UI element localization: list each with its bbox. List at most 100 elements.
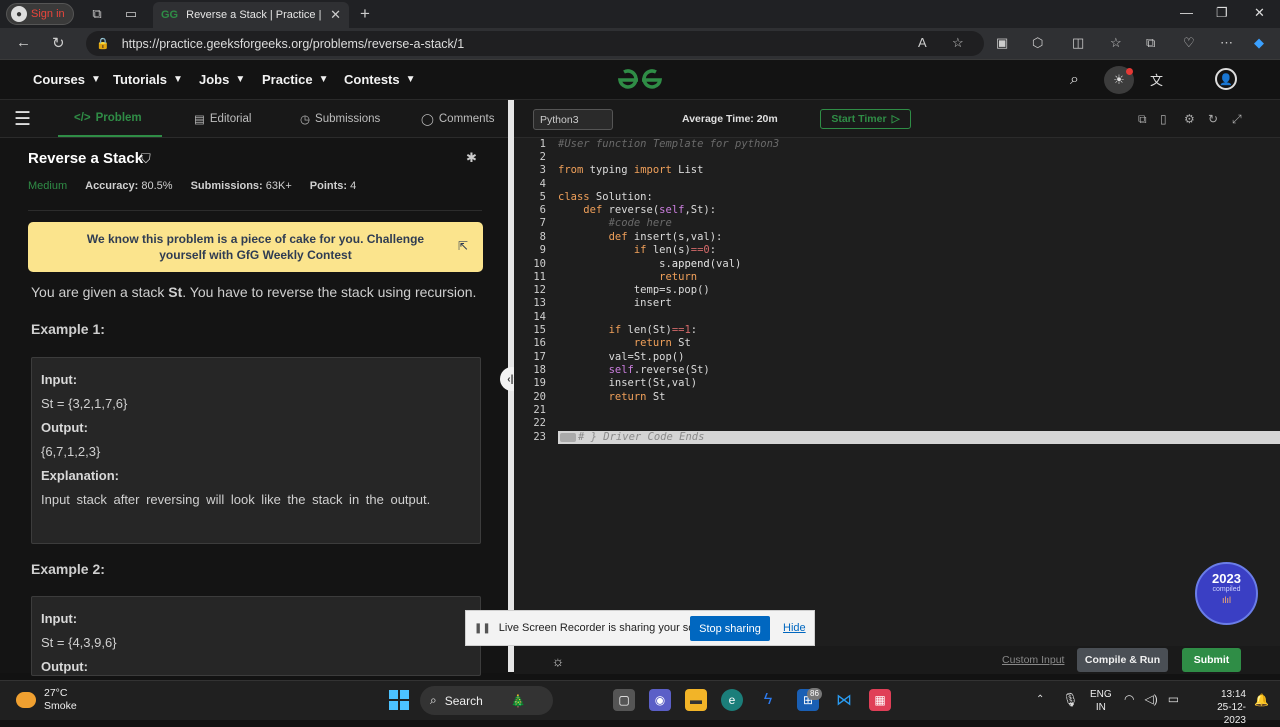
lightbulb-icon[interactable]: ☼ [546, 650, 570, 672]
search-icon: ⌕ [430, 693, 437, 707]
line-number: 14 [533, 311, 546, 323]
file-icon[interactable]: ▯ [1160, 112, 1167, 126]
battery-icon: ▭ [1167, 692, 1180, 706]
browser-tab[interactable]: GG Reverse a Stack | Practice | Geeksfor… [153, 2, 349, 28]
custom-input-link[interactable]: Custom Input [1002, 654, 1064, 666]
tab-comments[interactable]: ◯ Comments [421, 112, 494, 126]
problem-description: You are given a stack St. You have to re… [31, 284, 477, 300]
settings-more-icon[interactable]: ⋯ [1220, 35, 1233, 51]
tab-problem[interactable]: </> Problem [74, 112, 142, 124]
submit-button[interactable]: Submit [1182, 648, 1241, 672]
split-screen-icon[interactable]: ◫ [1072, 35, 1084, 51]
power-automate-icon[interactable]: ϟ [757, 689, 779, 711]
gear-icon[interactable]: ⚙ [1184, 112, 1195, 126]
refresh-icon[interactable]: ↻ [52, 34, 65, 52]
bookmark-icon[interactable]: ⛉ [141, 151, 151, 167]
microphone-icon[interactable]: 🎙 [1062, 692, 1079, 708]
reset-icon[interactable]: ↻ [1208, 112, 1218, 126]
collapsed-driver-code[interactable]: # } Driver Code Ends [558, 431, 1280, 444]
show-hidden-icons-icon[interactable]: ⌃ [1036, 694, 1044, 705]
windows-start-icon[interactable] [389, 690, 409, 710]
tab-editorial[interactable]: ▤ Editorial [194, 112, 251, 126]
screen-recorder-icon[interactable]: ▦ [869, 689, 891, 711]
menu-tutorials[interactable]: Tutorials ▼ [113, 72, 183, 87]
example-input-label: Input: [41, 611, 78, 626]
hide-link[interactable]: Hide [783, 622, 806, 634]
weather-widget[interactable]: 27°C Smoke [16, 687, 77, 713]
url-field[interactable]: 🔒 https://practice.geeksforgeeks.org/pro… [86, 31, 984, 56]
share-message: Live Screen Recorder is sharing your scr… [498, 622, 719, 634]
chevron-down-icon: ▼ [318, 74, 329, 85]
system-tray[interactable]: ◠ ◁) ▭ [1124, 692, 1179, 706]
compile-run-button[interactable]: Compile & Run [1077, 648, 1168, 672]
input-language[interactable]: ENG IN [1090, 688, 1112, 714]
active-tab-underline [58, 135, 162, 137]
translate-icon[interactable]: 文 [1150, 70, 1163, 89]
tab-submissions[interactable]: ◷ Submissions [300, 112, 380, 126]
favorite-star-icon[interactable]: ☆ [952, 35, 964, 51]
menu-jobs[interactable]: Jobs ▼ [199, 72, 245, 87]
file-explorer-icon[interactable]: ▬ [685, 689, 707, 711]
user-profile-icon[interactable]: 👤 [1215, 68, 1237, 90]
example-explanation-text: Input stack after reversing will look li… [41, 492, 431, 507]
copy-icon[interactable]: ⧉ [1138, 112, 1147, 127]
close-window-icon[interactable]: ✕ [1254, 5, 1265, 21]
bars-icon: ılıl [1222, 595, 1231, 605]
stop-sharing-button[interactable]: Stop sharing [690, 616, 770, 641]
copilot-icon[interactable]: ◆ [1254, 35, 1264, 51]
notifications-icon[interactable]: 🔔 [1254, 693, 1269, 707]
back-icon[interactable]: ← [16, 34, 31, 51]
clock[interactable]: 13:14 25-12-2023 [1196, 688, 1246, 727]
workspaces-icon[interactable]: ⧉ [88, 5, 106, 23]
language-select[interactable]: Python3 [533, 109, 613, 130]
windows-taskbar: 27°C Smoke ⌕ Search 🎄 ▢ ◉ ▬ e ϟ ⊞ 86 ⋈ ▦ … [0, 680, 1280, 726]
read-aloud-icon[interactable]: A [918, 35, 927, 50]
extension-icon[interactable]: ▣ [996, 35, 1008, 51]
vscode-icon[interactable]: ⋈ [833, 689, 855, 711]
year-compiled-badge[interactable]: 2023 compiled ılıl [1195, 562, 1258, 625]
fold-marker[interactable] [560, 433, 576, 442]
edge-browser-icon[interactable]: e [721, 689, 743, 711]
close-tab-icon[interactable]: ✕ [330, 7, 341, 23]
code-editor[interactable]: #User function Template for python3 from… [558, 138, 1280, 648]
tab-title: Reverse a Stack | Practice | GeeksforGee… [186, 9, 322, 21]
problem-panel: ☰ </> Problem ▤ Editorial ◷ Submissions ◯ Co… [0, 100, 508, 676]
line-number: 23 [533, 431, 546, 443]
minimize-icon[interactable]: — [1180, 5, 1193, 20]
menu-courses[interactable]: Courses ▼ [33, 72, 101, 87]
browser-essentials-icon[interactable]: ♡ [1183, 35, 1195, 51]
chat-icon[interactable]: ◉ [649, 689, 671, 711]
extension-puzzle-icon[interactable]: ⬡ [1032, 35, 1043, 51]
collections-icon[interactable]: ⧉ [1146, 35, 1155, 51]
external-link-icon[interactable]: ⇱ [458, 239, 468, 253]
hamburger-menu-icon[interactable]: ☰ [14, 108, 31, 131]
search-icon[interactable]: ⌕ [1070, 71, 1079, 89]
problem-meta: Medium Accuracy: 80.5% Submissions: 63K+… [28, 180, 356, 192]
menu-practice[interactable]: Practice ▼ [262, 72, 329, 87]
maximize-icon[interactable]: ❐ [1216, 5, 1228, 21]
problem-tabs: ☰ </> Problem ▤ Editorial ◷ Submissions ◯ Co… [0, 100, 508, 138]
fullscreen-icon[interactable]: ⤢ [1232, 112, 1242, 127]
editor-toolbar: Python3 Average Time: 20m Start Timer ▷ ⧉… [514, 100, 1280, 138]
line-number: 16 [533, 337, 546, 349]
line-number: 19 [533, 377, 546, 389]
gfg-favicon-icon: GG [161, 9, 179, 21]
new-tab-icon[interactable]: + [360, 4, 370, 24]
contest-banner[interactable]: We know this problem is a piece of cake … [28, 222, 483, 272]
line-number: 15 [533, 324, 546, 336]
menu-contests[interactable]: Contests ▼ [344, 72, 416, 87]
task-view-icon[interactable]: ▢ [613, 689, 635, 711]
start-timer-button[interactable]: Start Timer ▷ [820, 109, 911, 129]
tab-actions-icon[interactable]: ▭ [122, 5, 140, 23]
example-explanation-label: Explanation: [41, 468, 120, 483]
report-bug-icon[interactable]: ✱ [466, 150, 477, 166]
profile-button[interactable]: ● Sign in [6, 3, 74, 25]
gfg-logo[interactable] [614, 66, 666, 94]
example-1-heading: Example 1: [31, 321, 105, 337]
play-icon: ▷ [891, 113, 900, 125]
line-number: 12 [533, 284, 546, 296]
line-number: 10 [533, 258, 546, 270]
url-text: https://practice.geeksforgeeks.org/probl… [121, 36, 465, 51]
taskbar-search[interactable]: ⌕ Search 🎄 [420, 686, 553, 715]
favorites-icon[interactable]: ☆ [1110, 35, 1122, 51]
